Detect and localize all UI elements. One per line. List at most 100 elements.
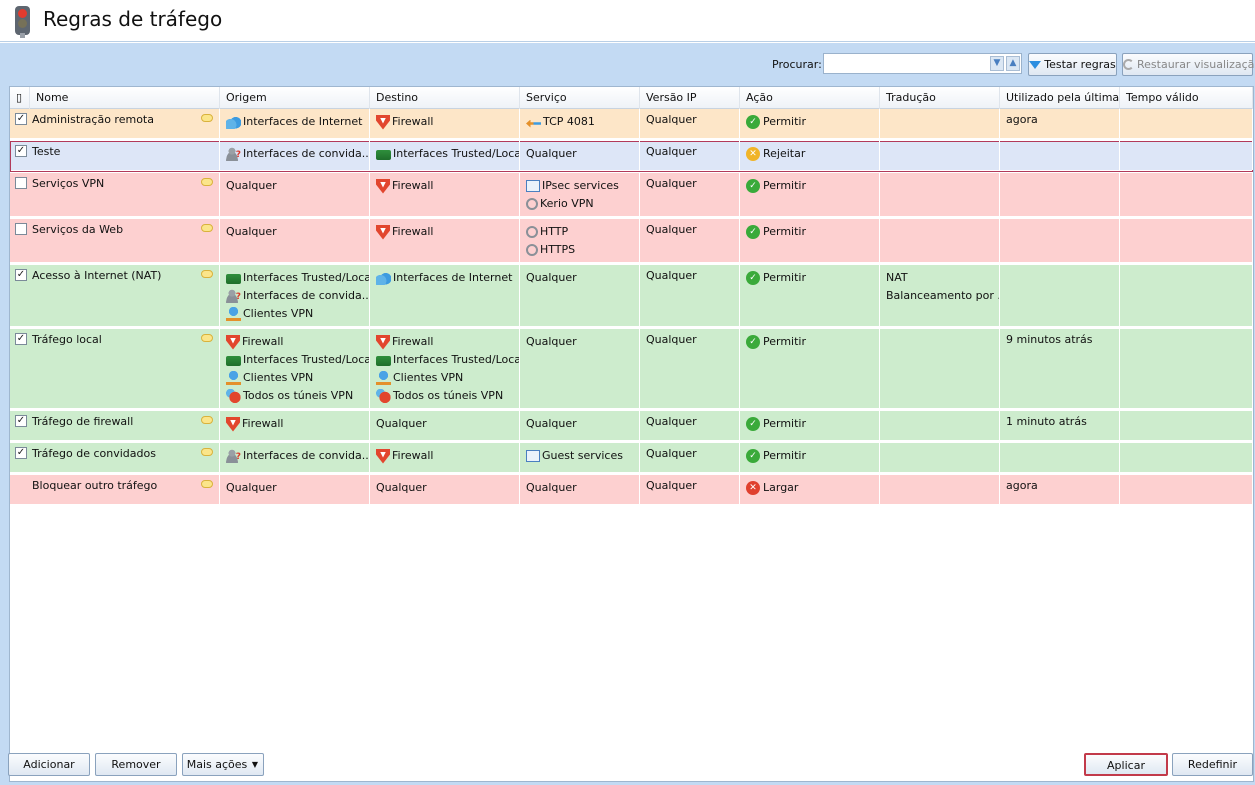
action-item: ✓ Permitir	[746, 177, 879, 195]
action-label: Permitir	[763, 179, 807, 192]
column-header[interactable]: Tempo válido	[1120, 87, 1253, 109]
network-icon	[376, 356, 391, 366]
cell-text: Firewall	[392, 179, 434, 192]
action-label: Permitir	[763, 417, 807, 430]
add-button[interactable]: Adicionar	[8, 753, 90, 776]
table-row[interactable]: ✓ Teste Interfaces de convida... Interfaces…	[10, 141, 1253, 172]
cell-origem: Interfaces de Internet	[220, 109, 370, 138]
table-row[interactable]: Serviços VPN Qualquer Firewall IPsec servic…	[10, 173, 1253, 218]
cell-servico: Guest services	[520, 443, 640, 472]
table-row[interactable]: ✓ Acesso à Internet (NAT) Interfaces Trust…	[10, 265, 1253, 328]
cell-text: Qualquer	[526, 271, 577, 284]
vpn-client-icon	[226, 307, 241, 321]
reset-button[interactable]: Redefinir	[1172, 753, 1253, 776]
rule-name: Bloquear outro tráfego	[32, 479, 158, 492]
table-row[interactable]: ✓ Tráfego de convidados Interfaces de conv…	[10, 443, 1253, 474]
enable-checkbox[interactable]: ✓	[15, 415, 27, 427]
column-header[interactable]: Destino	[370, 87, 520, 109]
cell-traducao	[880, 475, 1000, 504]
firewall-shield-icon	[226, 416, 240, 432]
list-item: HTTP	[526, 223, 639, 241]
drop-icon: ✕	[746, 481, 760, 495]
column-header[interactable]: Versão IP	[640, 87, 740, 109]
permit-icon: ✓	[746, 417, 760, 431]
table-row[interactable]: Serviços da Web Qualquer Firewall HTTP HTTPS…	[10, 219, 1253, 264]
cell-text: Qualquer	[226, 225, 277, 238]
table-row[interactable]: ✓ Tráfego local Firewall Interfaces Trusted…	[10, 329, 1253, 410]
table-row[interactable]: Bloquear outro tráfego Qualquer Qualquer Qu…	[10, 475, 1253, 506]
action-item: ✓ Permitir	[746, 223, 879, 241]
comment-icon[interactable]	[201, 270, 213, 278]
enable-checkbox[interactable]: ✓	[15, 113, 27, 125]
cell-servico: TCP 4081	[520, 109, 640, 138]
list-item: Qualquer	[526, 269, 639, 287]
column-header[interactable]: Nome	[30, 87, 220, 109]
column-chooser-icon[interactable]: ▯	[10, 87, 30, 109]
comment-icon[interactable]	[201, 448, 213, 456]
enable-checkbox[interactable]: ✓	[15, 269, 27, 281]
permit-icon: ✓	[746, 115, 760, 129]
column-header[interactable]: Ação	[740, 87, 880, 109]
cell-acao: ✓ Permitir	[740, 173, 880, 216]
list-item: Firewall	[376, 223, 519, 241]
cell-ip: Qualquer	[640, 173, 740, 216]
column-header[interactable]: Tradução	[880, 87, 1000, 109]
cell-traducao	[880, 443, 1000, 472]
cell-text: Interfaces Trusted/Local	[243, 353, 370, 366]
cell-text	[1126, 113, 1252, 129]
cell-text: Qualquer	[526, 335, 577, 348]
enable-checkbox[interactable]: ✓	[15, 333, 27, 345]
cell-text: Firewall	[242, 417, 284, 430]
table-header: ▯ Nome Origem Destino Serviço Versão IP Ação Tr…	[10, 87, 1253, 109]
search-input[interactable]: ▼ ▲	[823, 53, 1022, 74]
comment-icon[interactable]	[201, 114, 213, 122]
column-header[interactable]: Serviço	[520, 87, 640, 109]
cell-destino: Firewall Interfaces Trusted/Local Clientes…	[370, 329, 520, 408]
cell-traducao	[880, 173, 1000, 216]
cell-servico: IPsec services Kerio VPN	[520, 173, 640, 216]
cell-text: Clientes VPN	[243, 371, 314, 384]
test-rules-button[interactable]: Testar regras	[1028, 53, 1117, 76]
cell-tempo	[1120, 219, 1253, 262]
cell-ultima: agora	[1000, 109, 1120, 138]
cell-text: Firewall	[392, 449, 434, 462]
more-actions-button[interactable]: Mais ações ▼	[182, 753, 264, 776]
action-label: Permitir	[763, 335, 807, 348]
list-item: Todos os túneis VPN	[226, 387, 369, 405]
column-header[interactable]: Utilizado pela última ...	[1000, 87, 1120, 109]
column-header[interactable]: Origem	[220, 87, 370, 109]
list-item: Qualquer	[526, 415, 639, 433]
action-label: Permitir	[763, 449, 807, 462]
comment-icon[interactable]	[201, 334, 213, 342]
enable-checkbox[interactable]: ✓	[15, 145, 27, 157]
search-up-icon[interactable]: ▲	[1006, 56, 1020, 71]
rule-name: Serviços da Web	[32, 223, 124, 236]
table-row[interactable]: ✓ Tráfego de firewall Firewall Qualquer Qual…	[10, 411, 1253, 442]
cell-text: Interfaces de Internet	[393, 271, 513, 284]
enable-checkbox[interactable]: ✓	[15, 447, 27, 459]
cell-text	[1126, 145, 1252, 161]
cell-text	[1006, 223, 1119, 239]
restore-view-button[interactable]: Restaurar visualização	[1122, 53, 1255, 76]
cell-text: Qualquer	[646, 177, 697, 190]
cell-ip: Qualquer	[640, 443, 740, 472]
table-row[interactable]: ✓ Administração remota Interfaces de Inter…	[10, 109, 1253, 140]
comment-icon[interactable]	[201, 480, 213, 488]
cell-tempo	[1120, 443, 1253, 472]
comment-icon[interactable]	[201, 178, 213, 186]
cell-text: agora	[1006, 113, 1038, 126]
permit-icon: ✓	[746, 335, 760, 349]
list-item: Interfaces de Internet	[226, 113, 369, 131]
comment-icon[interactable]	[201, 224, 213, 232]
remove-button[interactable]: Remover	[95, 753, 177, 776]
comment-icon[interactable]	[201, 416, 213, 424]
cell-text	[1126, 269, 1252, 285]
cell-name: ✓ Administração remota	[10, 109, 220, 138]
list-item: NAT	[886, 269, 999, 287]
cell-text: Qualquer	[376, 417, 427, 430]
apply-button[interactable]: Aplicar	[1084, 753, 1168, 776]
enable-checkbox[interactable]	[15, 223, 27, 235]
enable-checkbox[interactable]	[15, 177, 27, 189]
firewall-shield-icon	[376, 114, 390, 130]
search-down-icon[interactable]: ▼	[990, 56, 1004, 71]
